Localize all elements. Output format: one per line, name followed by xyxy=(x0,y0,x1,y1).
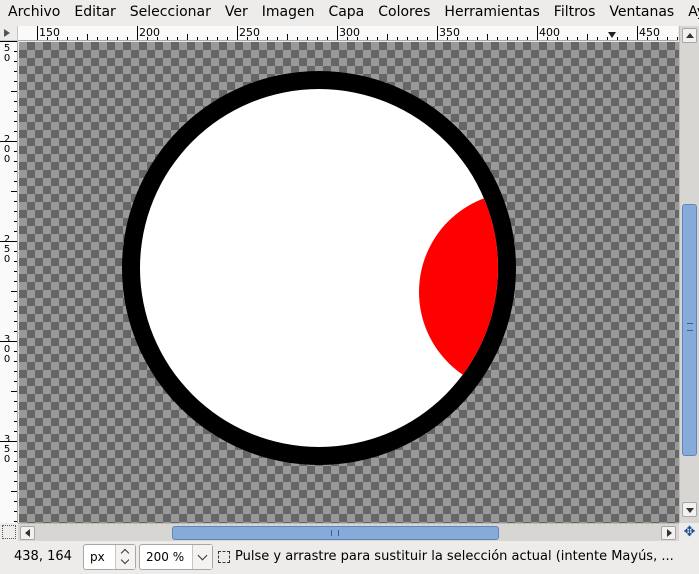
ruler-menu-button[interactable] xyxy=(0,26,18,41)
vruler-label: 300 xyxy=(3,334,11,365)
unit-value: px xyxy=(90,550,105,564)
hruler-label: 150 xyxy=(39,26,60,39)
statusbar: 438, 164 px 200 % Pulse y arrastre para … xyxy=(0,541,699,574)
red-shape xyxy=(419,192,498,392)
menubar: Archivo Editar Seleccionar Ver Imagen Ca… xyxy=(0,0,699,24)
vertical-scrollbar[interactable] xyxy=(679,26,699,523)
quick-mask-icon[interactable] xyxy=(2,525,16,539)
menu-editar[interactable]: Editar xyxy=(67,0,122,24)
vruler-label: 250 xyxy=(3,234,11,265)
chevron-down-icon[interactable] xyxy=(192,545,212,569)
menu-capa[interactable]: Capa xyxy=(321,0,371,24)
hruler-label: 350 xyxy=(439,26,460,39)
hruler-label: 450 xyxy=(639,26,660,39)
menu-seleccionar[interactable]: Seleccionar xyxy=(123,0,218,24)
menu-colores[interactable]: Colores xyxy=(371,0,437,24)
horizontal-scrollbar[interactable] xyxy=(18,523,679,541)
image-canvas[interactable] xyxy=(19,42,679,523)
pointer-coordinates: 438, 164 xyxy=(14,549,72,564)
scroll-up-button[interactable] xyxy=(682,28,697,43)
image-window: Archivo Editar Seleccionar Ver Imagen Ca… xyxy=(0,0,699,574)
ruler-menu-arrow-icon xyxy=(4,29,10,37)
hruler-label: 200 xyxy=(139,26,160,39)
vruler-label: 150 xyxy=(3,41,11,64)
horizontal-scroll-thumb[interactable] xyxy=(172,526,499,540)
hruler-label: 250 xyxy=(239,26,260,39)
scroll-right-button[interactable] xyxy=(661,526,676,540)
scroll-down-button[interactable] xyxy=(682,502,697,517)
status-message: Pulse y arrastre para sustituir la selec… xyxy=(235,549,674,564)
pointer-position-marker xyxy=(608,32,616,38)
menu-filtros[interactable]: Filtros xyxy=(547,0,603,24)
zoom-selector[interactable]: 200 % xyxy=(139,544,213,570)
scroll-left-button[interactable] xyxy=(20,526,35,540)
hruler-label: 300 xyxy=(339,26,360,39)
canvas-drawing xyxy=(122,71,516,465)
menu-ver[interactable]: Ver xyxy=(218,0,255,24)
rect-select-icon xyxy=(218,551,230,563)
navigate-icon[interactable]: ✥ xyxy=(682,525,697,540)
horizontal-ruler[interactable]: 150 200 250 300 350 400 450 xyxy=(18,26,678,41)
vertical-ruler[interactable]: 150 200 250 300 350 xyxy=(0,41,18,523)
menu-archivo[interactable]: Archivo xyxy=(0,0,67,24)
hruler-label: 400 xyxy=(539,26,560,39)
vruler-label: 350 xyxy=(3,434,11,465)
vruler-label: 200 xyxy=(3,134,11,165)
vertical-scroll-thumb[interactable] xyxy=(682,204,697,456)
menu-ventanas[interactable]: Ventanas xyxy=(602,0,681,24)
zoom-value: 200 % xyxy=(146,550,185,564)
menu-imagen[interactable]: Imagen xyxy=(255,0,322,24)
horizontal-scroll-row: ✥ xyxy=(0,523,699,541)
menu-herramientas[interactable]: Herramientas xyxy=(437,0,546,24)
menu-ayuda[interactable]: Ayuda xyxy=(681,0,699,24)
unit-selector[interactable]: px xyxy=(83,544,136,570)
unit-updown-icon[interactable] xyxy=(115,545,135,569)
